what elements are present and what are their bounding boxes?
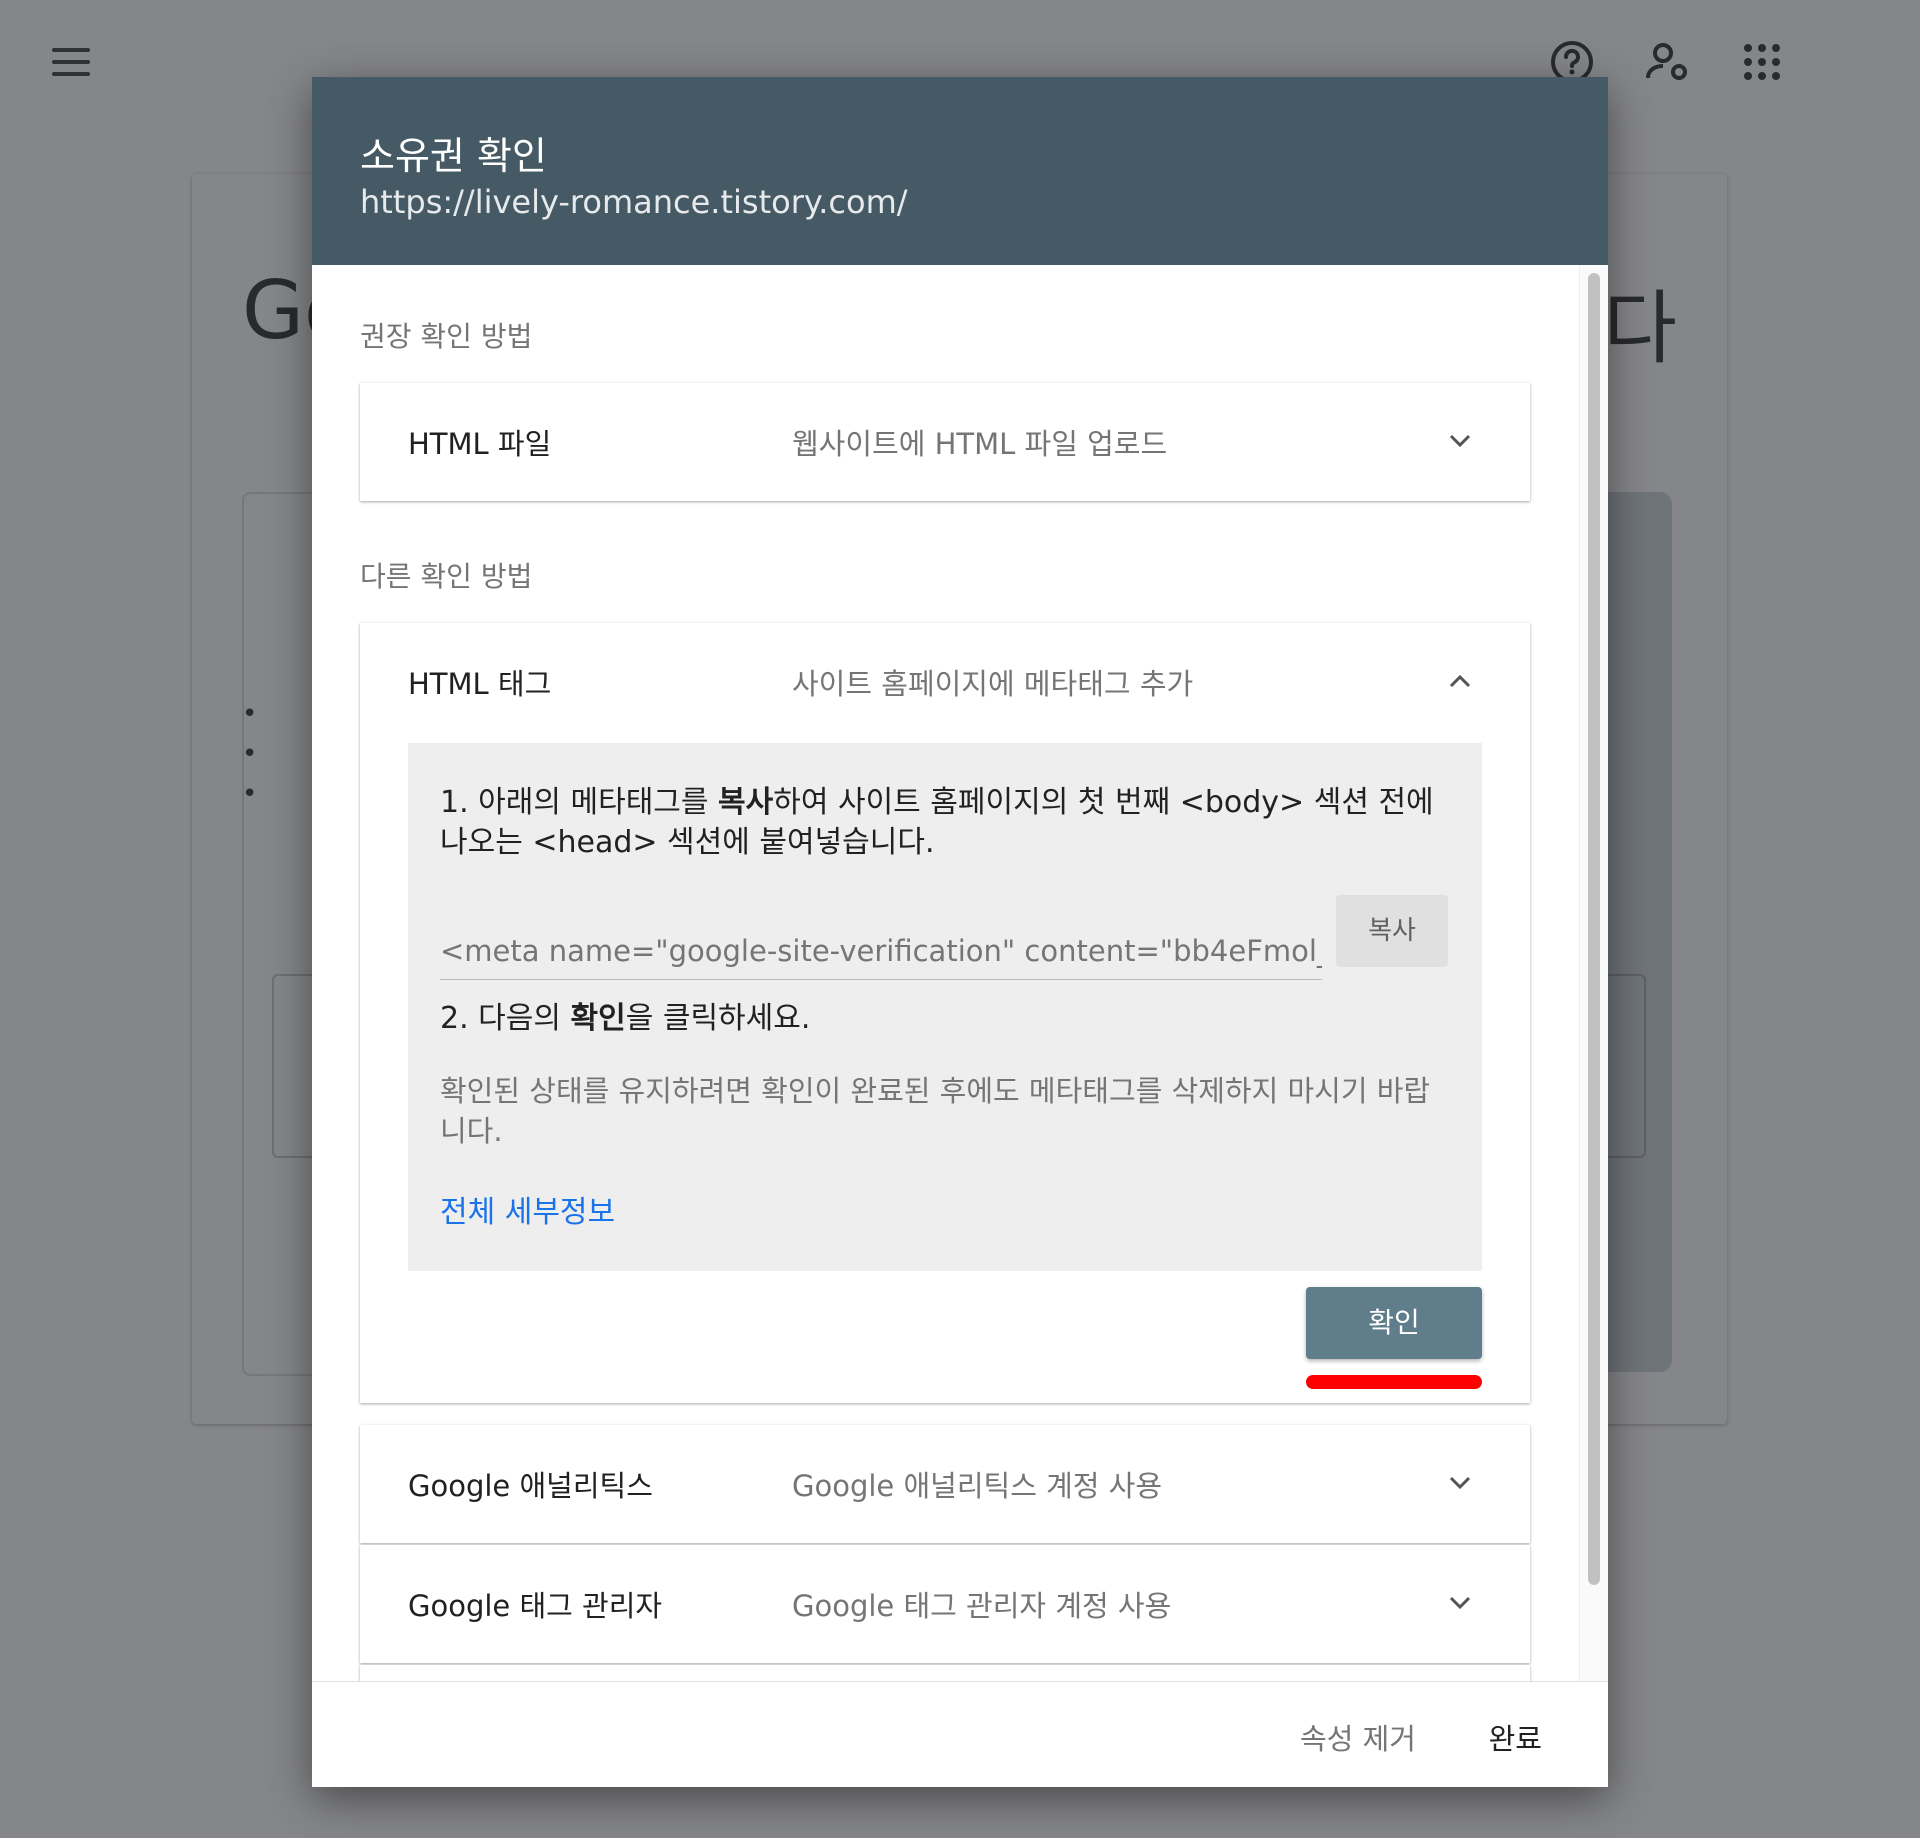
method-panel-html-tag: HTML 태그 사이트 홈페이지에 메타태그 추가 1. 아래의 메타태그를 복…: [360, 623, 1530, 1403]
full-details-link[interactable]: 전체 세부정보: [440, 1187, 615, 1231]
method-panel-header[interactable]: HTML 태그 사이트 홈페이지에 메타태그 추가: [360, 623, 1530, 741]
annotation-underline: [1306, 1375, 1482, 1389]
keep-tag-note: 확인된 상태를 유지하려면 확인이 완료된 후에도 메타태그를 삭제하지 마시기…: [440, 1074, 1431, 1148]
chevron-down-icon[interactable]: [1446, 1589, 1474, 1617]
dialog-subtitle-url: https://lively-romance.tistory.com/: [360, 183, 908, 221]
chevron-down-icon[interactable]: [1446, 1469, 1474, 1497]
method-panel-google-analytics[interactable]: Google 애널리틱스 Google 애널리틱스 계정 사용: [360, 1425, 1530, 1543]
dialog-footer: 속성 제거 완료: [312, 1681, 1608, 1787]
method-description: Google 애널리틱스 계정 사용: [792, 1469, 1163, 1503]
ownership-verification-dialog: 소유권 확인 https://lively-romance.tistory.co…: [312, 77, 1608, 1787]
method-panel-partial: [360, 1665, 1530, 1682]
dialog-header: 소유권 확인 https://lively-romance.tistory.co…: [312, 77, 1608, 265]
dialog-scrollbar[interactable]: [1579, 265, 1608, 1682]
copy-button[interactable]: 복사: [1336, 895, 1448, 967]
step-2-text: 2. 다음의 확인을 클릭하세요.: [440, 1001, 811, 1036]
method-name: Google 태그 관리자: [408, 1589, 663, 1623]
method-name: HTML 태그: [408, 667, 552, 701]
method-name: HTML 파일: [408, 427, 552, 461]
chevron-down-icon[interactable]: [1446, 427, 1474, 455]
method-description: Google 태그 관리자 계정 사용: [792, 1589, 1172, 1623]
method-panel-google-tag-manager[interactable]: Google 태그 관리자 Google 태그 관리자 계정 사용: [360, 1545, 1530, 1663]
verify-button[interactable]: 확인: [1306, 1287, 1482, 1359]
meta-tag-field[interactable]: <meta name="google-site-verification" co…: [440, 923, 1322, 980]
method-description: 사이트 홈페이지에 메타태그 추가: [792, 667, 1194, 701]
html-tag-instructions: 1. 아래의 메타태그를 복사하여 사이트 홈페이지의 첫 번째 <body> …: [408, 743, 1482, 1271]
method-description: 웹사이트에 HTML 파일 업로드: [792, 427, 1168, 461]
done-button[interactable]: 완료: [1489, 1716, 1542, 1758]
method-panel-html-file[interactable]: HTML 파일 웹사이트에 HTML 파일 업로드: [360, 383, 1530, 501]
dialog-title: 소유권 확인: [360, 134, 547, 178]
method-name: Google 애널리틱스: [408, 1469, 653, 1503]
remove-property-button[interactable]: 속성 제거: [1300, 1716, 1416, 1758]
chevron-up-icon[interactable]: [1446, 667, 1474, 695]
dialog-body: 권장 확인 방법 HTML 파일 웹사이트에 HTML 파일 업로드 다른 확인…: [312, 265, 1608, 1682]
recommended-method-label: 권장 확인 방법: [360, 320, 533, 353]
scrollbar-thumb[interactable]: [1588, 273, 1600, 1585]
step-1-text: 1. 아래의 메타태그를 복사하여 사이트 홈페이지의 첫 번째 <body> …: [440, 785, 1434, 860]
other-methods-label: 다른 확인 방법: [360, 560, 533, 593]
